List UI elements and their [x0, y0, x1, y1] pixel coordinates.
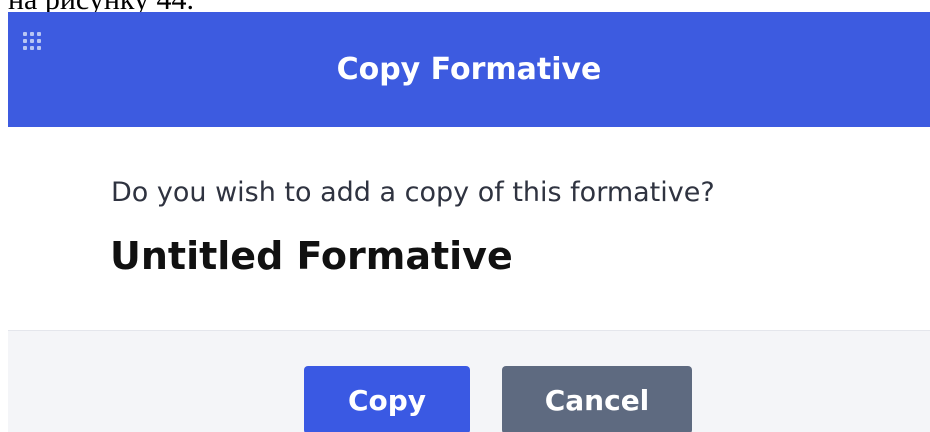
copy-button[interactable]: Copy	[304, 366, 470, 432]
formative-name: Untitled Formative	[110, 234, 513, 278]
confirmation-prompt: Do you wish to add a copy of this format…	[111, 177, 715, 208]
cancel-button[interactable]: Cancel	[502, 366, 692, 432]
copy-formative-dialog: Copy Formative Do you wish to add a copy…	[8, 12, 930, 432]
page: на рисунку 44. Copy Formative Do you wis…	[0, 0, 930, 432]
dialog-footer: Copy Cancel	[8, 330, 930, 432]
dialog-header: Copy Formative	[8, 12, 930, 127]
dialog-title: Copy Formative	[336, 52, 602, 87]
dialog-body: Do you wish to add a copy of this format…	[8, 127, 930, 342]
